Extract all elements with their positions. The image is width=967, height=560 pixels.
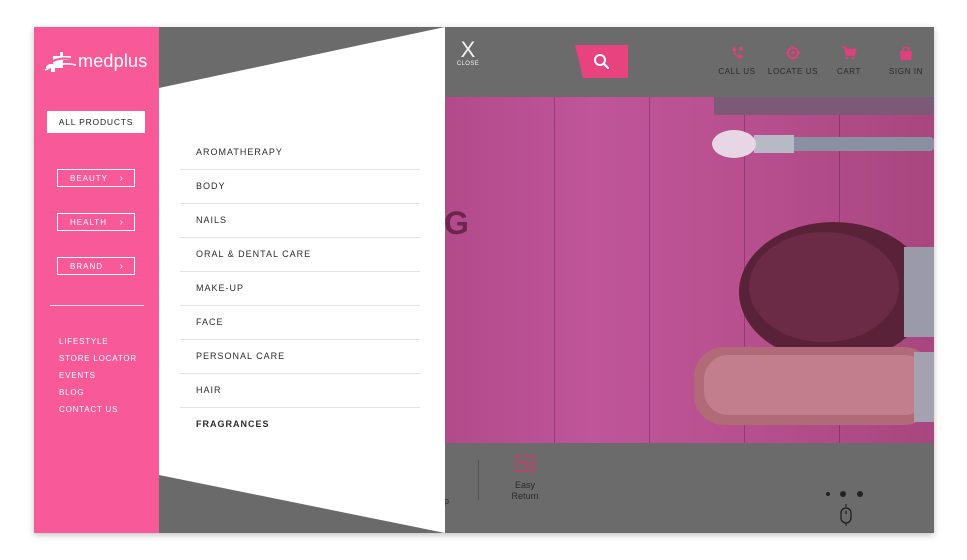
cart-icon — [842, 46, 857, 60]
sidebar: medplus ALL PRODUCTS BEAUTY › HEALTH › B… — [34, 27, 159, 533]
sidebar-link-lifestyle[interactable]: LIFESTYLE — [59, 337, 108, 346]
sign-in-icon — [900, 46, 912, 60]
submenu-item-nails[interactable]: NAILS — [180, 204, 420, 238]
locate-us-label: LOCATE US — [767, 67, 819, 76]
locate-us-button[interactable]: LOCATE US — [763, 45, 823, 76]
app-frame: X CLOSE CALL US LOCATE US CART SIGN IN G… — [34, 27, 934, 533]
scroll-mouse-icon — [840, 504, 852, 526]
sidebar-link-blog[interactable]: BLOG — [59, 388, 84, 397]
carousel-dot[interactable] — [826, 491, 830, 496]
health-button[interactable]: HEALTH › — [57, 213, 135, 231]
beauty-label: BEAUTY — [70, 174, 109, 183]
return-label: Return — [511, 491, 539, 501]
close-button[interactable]: X CLOSE — [452, 37, 484, 68]
feature-divider — [478, 460, 479, 500]
brand-label: BRAND — [70, 262, 104, 271]
submenu-item-aromatherapy[interactable]: AROMATHERAPY — [180, 136, 420, 170]
chevron-right-icon: › — [119, 261, 124, 272]
submenu-item-make-up[interactable]: MAKE-UP — [180, 272, 420, 306]
carousel-dot[interactable] — [840, 490, 847, 497]
chevron-right-icon: › — [119, 217, 124, 228]
carousel-dots — [826, 485, 869, 503]
sidebar-link-events[interactable]: EVENTS — [59, 371, 96, 380]
submenu-item-oral-dental-care[interactable]: ORAL & DENTAL CARE — [180, 238, 420, 272]
cart-button[interactable]: CART — [819, 45, 879, 76]
beauty-button[interactable]: BEAUTY › — [57, 169, 135, 187]
submenu-item-fragrances[interactable]: FRAGRANCES — [180, 408, 420, 441]
health-label: HEALTH — [70, 218, 107, 227]
easy-return-feature: Easy Return — [499, 452, 551, 502]
logo-mark-icon — [44, 52, 77, 72]
close-label: CLOSE — [456, 61, 480, 67]
call-icon — [732, 47, 743, 59]
hero-text-fragment: G — [444, 205, 469, 241]
submenu-item-body[interactable]: BODY — [180, 170, 420, 204]
sidebar-link-store-locator[interactable]: STORE LOCATOR — [59, 354, 137, 363]
makeup-brushes-illustration — [694, 97, 934, 425]
submenu-item-personal-care[interactable]: PERSONAL CARE — [180, 340, 420, 374]
sign-in-button[interactable]: SIGN IN — [876, 45, 934, 76]
submenu-list: AROMATHERAPY BODY NAILS ORAL & DENTAL CA… — [180, 136, 420, 441]
carousel-dot[interactable] — [856, 490, 863, 497]
sidebar-link-contact-us[interactable]: CONTACT US — [59, 405, 118, 414]
return-box-icon — [515, 455, 535, 472]
submenu-item-face[interactable]: FACE — [180, 306, 420, 340]
submenu-item-hair[interactable]: HAIR — [180, 374, 420, 408]
brand-name: medplus — [78, 51, 148, 71]
search-button[interactable] — [575, 45, 628, 78]
close-icon: X — [460, 37, 476, 62]
hero-image: G — [444, 97, 934, 443]
call-us-button[interactable]: CALL US — [707, 45, 767, 76]
brand-button[interactable]: BRAND › — [57, 257, 135, 275]
cart-label: CART — [836, 67, 862, 76]
chevron-right-icon: › — [119, 173, 124, 184]
sign-in-label: SIGN IN — [889, 67, 923, 76]
sidebar-divider — [50, 305, 144, 306]
locate-icon — [785, 45, 801, 61]
all-products-button[interactable]: ALL PRODUCTS — [47, 111, 145, 133]
call-us-label: CALL US — [718, 67, 756, 76]
easy-label: Easy — [514, 480, 535, 490]
